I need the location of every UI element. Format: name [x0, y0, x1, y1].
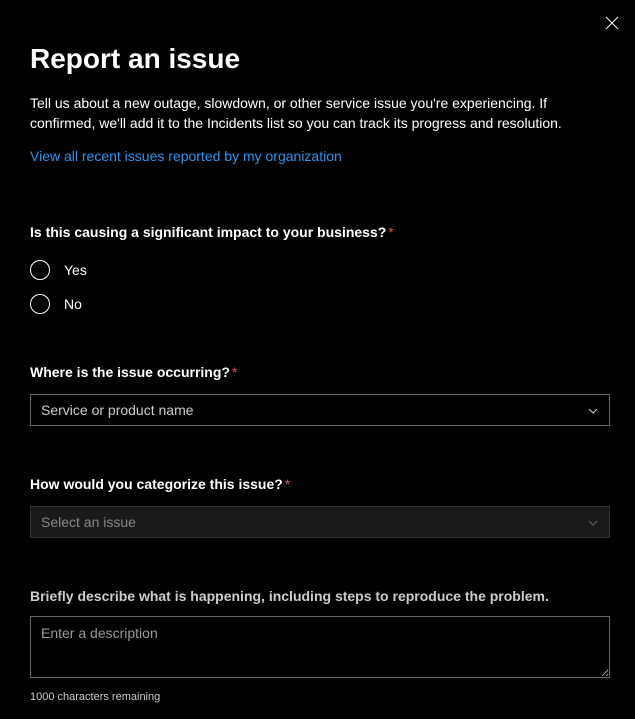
page-description: Tell us about a new outage, slowdown, or…	[30, 93, 590, 134]
impact-label: Is this causing a significant impact to …	[30, 224, 386, 240]
describe-label: Briefly describe what is happening, incl…	[30, 588, 605, 604]
view-recent-issues-link[interactable]: View all recent issues reported by my or…	[30, 148, 342, 164]
issue-category-placeholder: Select an issue	[41, 514, 136, 530]
chevron-down-icon	[587, 516, 599, 528]
impact-radio-group: Yes No	[30, 260, 605, 314]
page-title: Report an issue	[30, 43, 605, 75]
where-section: Where is the issue occurring?* Service o…	[30, 364, 605, 426]
impact-radio-no[interactable]: No	[30, 294, 605, 314]
chevron-down-icon	[587, 404, 599, 416]
radio-label-no: No	[64, 296, 82, 312]
required-indicator: *	[388, 224, 393, 240]
where-label: Where is the issue occurring?	[30, 364, 230, 380]
describe-section: Briefly describe what is happening, incl…	[30, 588, 605, 703]
close-icon	[605, 16, 619, 30]
close-button[interactable]	[604, 15, 620, 31]
required-indicator: *	[232, 364, 237, 380]
issue-category-select: Select an issue	[30, 506, 610, 538]
impact-radio-yes[interactable]: Yes	[30, 260, 605, 280]
service-select[interactable]: Service or product name	[30, 394, 610, 426]
required-indicator: *	[285, 476, 290, 492]
character-count: 1000 characters remaining	[30, 691, 605, 703]
service-select-placeholder: Service or product name	[41, 402, 194, 418]
categorize-label: How would you categorize this issue?	[30, 476, 283, 492]
radio-button-icon	[30, 294, 50, 314]
impact-section: Is this causing a significant impact to …	[30, 224, 605, 314]
description-textarea[interactable]	[30, 616, 610, 678]
categorize-section: How would you categorize this issue?* Se…	[30, 476, 605, 538]
radio-button-icon	[30, 260, 50, 280]
radio-label-yes: Yes	[64, 262, 87, 278]
